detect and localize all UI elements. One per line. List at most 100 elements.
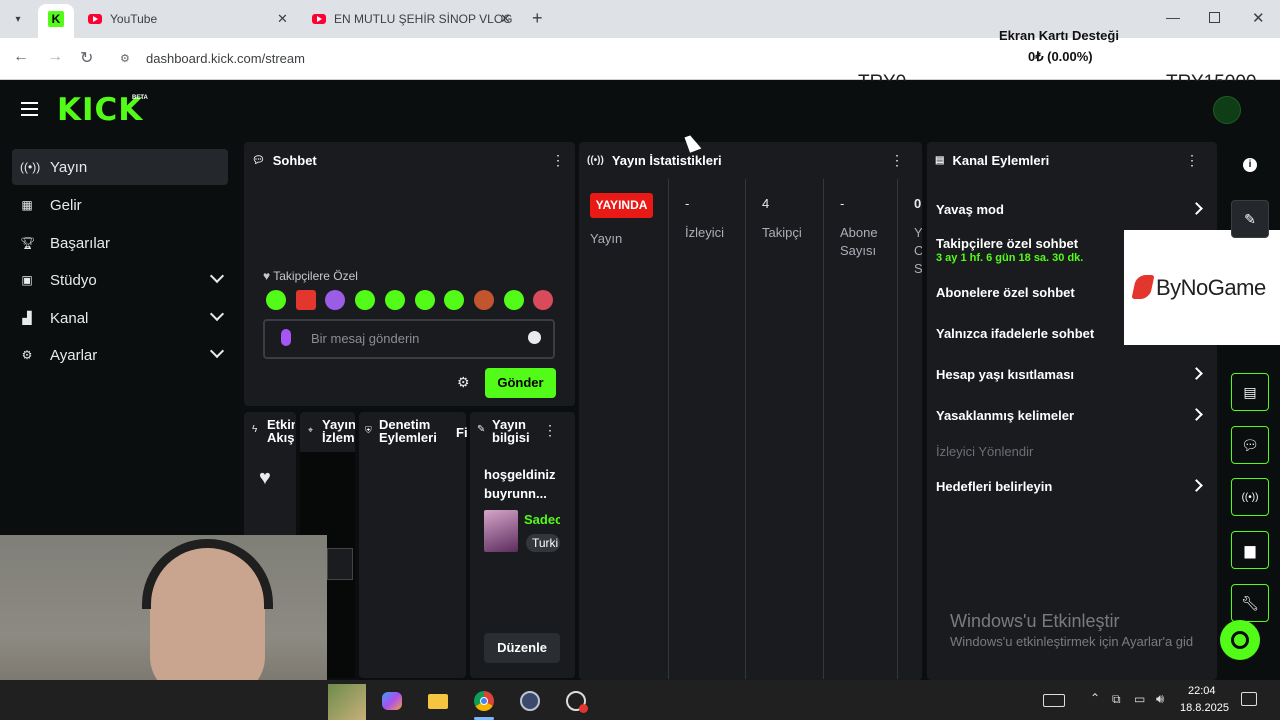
channel-icon: ▟ — [22, 311, 32, 325]
revenue-icon: ▦ — [21, 198, 33, 212]
action-followers-only[interactable]: Takipçilere özel sohbet — [936, 236, 1078, 251]
mod-actions-tab[interactable]: Denetim Eylemleri — [379, 418, 441, 444]
site-info-icon[interactable]: ⚙ — [120, 52, 130, 65]
emote-icon[interactable] — [296, 290, 316, 310]
chat-title: Sohbet — [272, 152, 317, 168]
youtube-favicon-icon — [88, 14, 102, 24]
stat-column — [746, 179, 824, 679]
message-input[interactable]: Bir mesaj gönderin — [263, 319, 555, 359]
sidebar-item-gelir[interactable]: ▦ Gelir — [12, 187, 228, 223]
taskbar-app-game[interactable] — [328, 684, 366, 720]
support-chat-button[interactable] — [1220, 620, 1260, 660]
emote-icon[interactable] — [415, 290, 435, 310]
edit-layout-button[interactable]: ✎ — [1231, 200, 1269, 238]
stream-info-tab[interactable]: Yayın bilgisi — [492, 418, 537, 444]
action-banned-words[interactable]: Yasaklanmış kelimeler — [936, 408, 1074, 423]
sidebar-item-label: Gelir — [50, 196, 82, 214]
obs-icon[interactable] — [520, 691, 540, 711]
emote-icon[interactable] — [533, 290, 553, 310]
sidebar-item-yayin[interactable]: ((•)) Yayın — [12, 149, 228, 185]
stream-preview-tab[interactable]: Yayın İzlem — [322, 418, 355, 446]
action-set-goals[interactable]: Hedefleri belirleyin — [936, 479, 1052, 494]
sidebar-item-studyo[interactable]: ▣ Stüdyo — [12, 262, 228, 298]
info-icon[interactable]: i — [1243, 158, 1257, 172]
stats-panel-header: ((•)) Yayın İstatistikleri — [579, 142, 922, 178]
lightning-icon: ϟ — [252, 424, 258, 435]
new-tab-button[interactable]: + — [532, 8, 543, 29]
emote-icon[interactable] — [474, 290, 494, 310]
taskbar-app-recorder[interactable] — [566, 691, 588, 713]
action-slow-mode[interactable]: Yavaş mod — [936, 202, 1004, 217]
channel-actions-menu-icon[interactable]: ⋮ — [1185, 153, 1199, 167]
reload-button[interactable]: ↻ — [80, 48, 93, 68]
forward-button[interactable]: → — [47, 48, 63, 66]
tab-youtube[interactable]: YouTube ✕ — [88, 0, 294, 38]
action-subscribers-only[interactable]: Abonelere özel sohbet — [936, 285, 1075, 300]
chrome-icon[interactable] — [474, 691, 494, 711]
menu-icon[interactable] — [21, 102, 38, 116]
back-button[interactable]: ← — [13, 48, 29, 66]
stat-label: Abone Sayısı — [840, 225, 878, 258]
action-emotes-only[interactable]: Yalnızca ifadelerle sohbet — [936, 326, 1094, 341]
sidebar-item-kanal[interactable]: ▟ Kanal — [12, 300, 228, 336]
edit-button[interactable]: Düzenle — [484, 633, 560, 663]
chat-menu-icon[interactable]: ⋮ — [551, 153, 565, 167]
studio-icon: ▣ — [21, 273, 33, 287]
preview-icon: ⌖ — [308, 425, 314, 435]
action-account-age[interactable]: Hesap yaşı kısıtlaması — [936, 367, 1074, 382]
volume-icon[interactable]: 🔊︎ — [1156, 691, 1164, 707]
tab-vlog[interactable]: EN MUTLU ŞEHİR SİNOP VLOG ✕ — [312, 0, 522, 38]
broadcast-button[interactable]: ((•)) — [1231, 478, 1269, 516]
restore-button[interactable] — [1209, 12, 1220, 23]
sidebar-item-basarilar[interactable]: 🏆︎ Başarılar — [12, 225, 228, 261]
kick-tab[interactable]: K — [38, 4, 74, 38]
copilot-icon[interactable] — [382, 692, 402, 710]
chat-panel-header: 💬︎ Sohbet — [244, 142, 575, 178]
stream-category[interactable]: Sadec — [524, 512, 560, 527]
notes-button[interactable]: ▤ — [1231, 373, 1269, 411]
stat-label: İzleyici — [685, 225, 725, 240]
kick-logo[interactable]: KICK — [57, 92, 143, 128]
emote-icon[interactable] — [504, 290, 524, 310]
followers-only-label: ♥ Takipçilere Özel — [263, 269, 358, 283]
wrench-button[interactable]: 🔧︎ — [1231, 584, 1269, 622]
close-window-button[interactable]: ✕ — [1252, 9, 1265, 27]
emote-icon[interactable] — [355, 290, 375, 310]
emote-icon[interactable] — [444, 290, 464, 310]
emoji-icon[interactable] — [528, 331, 541, 344]
emote-icon[interactable] — [325, 290, 345, 310]
send-button[interactable]: Gönder — [485, 368, 556, 398]
monitor-thumbnail — [327, 548, 353, 580]
stat-column — [669, 179, 746, 679]
sidebar-item-ayarlar[interactable]: ⚙ Ayarlar — [12, 337, 228, 373]
url-field[interactable]: dashboard.kick.com/stream — [146, 51, 305, 66]
stats-menu-icon[interactable]: ⋮ — [890, 153, 904, 167]
chat-settings-icon[interactable]: ⚙ — [457, 374, 470, 391]
stat-label: Yayın — [590, 231, 623, 246]
chevron-down-icon — [209, 306, 225, 322]
gear-icon: ⚙ — [21, 348, 33, 362]
microphone-icon[interactable] — [281, 329, 291, 346]
network-icon[interactable]: ⧉ — [1112, 692, 1121, 707]
emote-icon[interactable] — [385, 290, 405, 310]
clock-time[interactable]: 22:04 — [1188, 685, 1216, 697]
close-tab-icon[interactable]: ✕ — [500, 11, 511, 27]
avatar[interactable] — [1213, 96, 1241, 124]
file-explorer-icon[interactable] — [428, 694, 448, 709]
actions-button[interactable]: ▆ — [1231, 531, 1269, 569]
filter-tab[interactable]: Fi — [456, 425, 468, 440]
emote-icon[interactable] — [266, 290, 286, 310]
keyboard-icon[interactable] — [1043, 694, 1065, 707]
stream-info-menu-icon[interactable]: ⋮ — [543, 423, 557, 437]
close-tab-icon[interactable]: ✕ — [277, 11, 288, 27]
notification-icon[interactable] — [1241, 692, 1257, 706]
chat-button[interactable]: 💬︎ — [1231, 426, 1269, 464]
display-icon[interactable]: ▭ — [1134, 692, 1145, 706]
tray-chevron-icon[interactable]: ⌃ — [1090, 691, 1100, 705]
clock-date[interactable]: 18.8.2025 — [1180, 702, 1229, 714]
minimize-button[interactable]: — — [1166, 9, 1180, 25]
activation-watermark-sub: Windows'u etkinleştirmek için Ayarlar'a … — [950, 634, 1194, 649]
stats-title: Yayın İstatistikleri — [611, 152, 722, 168]
activity-feed-tab[interactable]: Etkin Akışı — [267, 418, 295, 446]
tab-list-button[interactable]: ▾ — [8, 9, 28, 29]
